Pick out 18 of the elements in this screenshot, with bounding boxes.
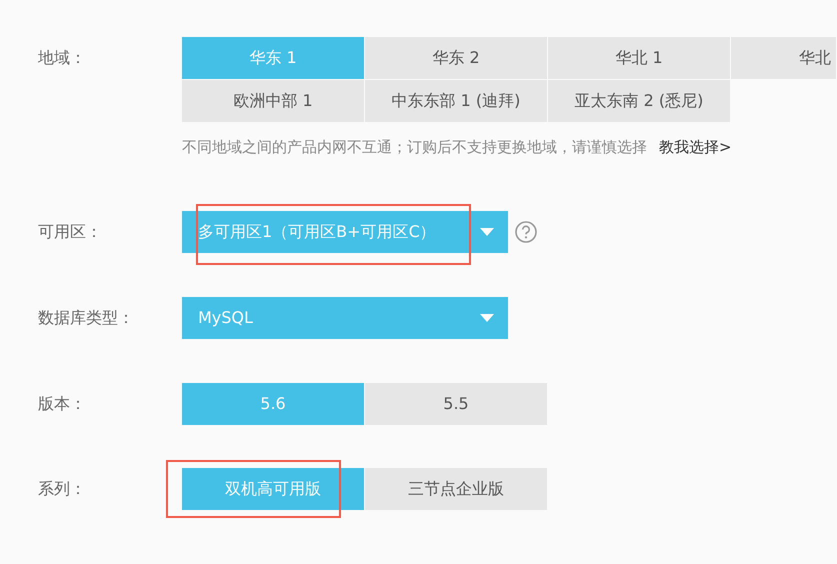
option-tab[interactable]: 中东东部 1 (迪拜): [365, 80, 547, 122]
field-label: 可用区：: [37, 220, 103, 242]
option-tab[interactable]: 华东 2: [365, 37, 547, 79]
field-label: 数据库类型：: [37, 306, 135, 328]
option-tab[interactable]: 5.5: [365, 382, 547, 424]
option-tab[interactable]: 三节点企业版: [365, 468, 547, 510]
field-label: 版本：: [37, 392, 87, 414]
option-tab[interactable]: 华北: [731, 37, 836, 79]
caret-icon: [480, 314, 494, 322]
field-label: 地域：: [37, 47, 87, 69]
option-tab[interactable]: 亚太东南 2 (悉尼): [548, 80, 730, 122]
hint-text: 不同地域之间的产品内网不互通；订购后不支持更换地域，请谨慎选择: [182, 138, 647, 156]
help-icon[interactable]: [514, 220, 538, 244]
caret-icon: [480, 228, 494, 236]
help-link[interactable]: 教我选择>: [659, 138, 732, 156]
option-tab[interactable]: 华北 1: [548, 37, 730, 79]
option-tab[interactable]: 欧洲中部 1: [182, 80, 364, 122]
field-label: 系列：: [37, 478, 87, 500]
